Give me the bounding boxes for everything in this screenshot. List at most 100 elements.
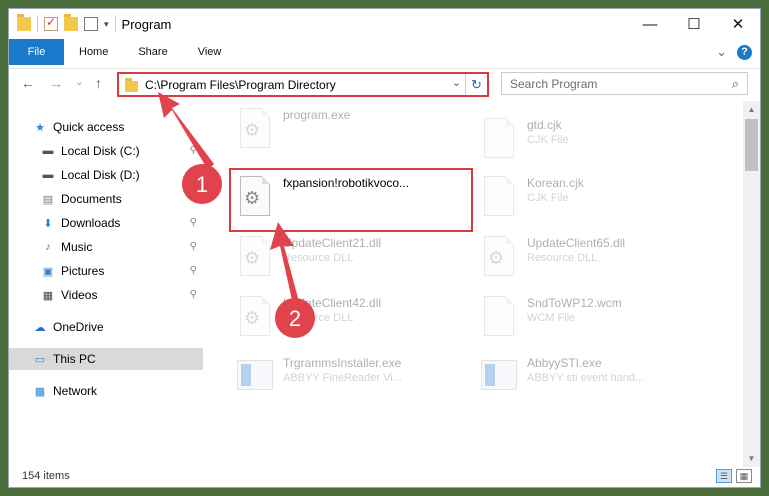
sidebar-item-label: Videos xyxy=(61,288,98,302)
gear-icon: ⚙ xyxy=(244,120,261,140)
sidebar-item[interactable]: ▬ Local Disk (D:) xyxy=(9,164,203,186)
minimize-button[interactable]: — xyxy=(628,9,672,39)
file-name: UpdateClient21.dll xyxy=(283,236,382,250)
file-name: AbbyySTI.exe xyxy=(527,356,602,370)
chevron-down-icon[interactable]: ▾ xyxy=(104,19,109,30)
file-item[interactable]: ⚙ UpdateClient21.dll Resource DLL xyxy=(235,234,475,284)
sidebar-item[interactable]: ▦ Videos ⚲ xyxy=(9,284,203,306)
window-controls: — ☐ ✕ xyxy=(628,9,760,39)
sidebar-item[interactable]: ▭ This PC xyxy=(9,348,203,370)
gear-icon: ⚙ xyxy=(488,248,505,268)
file-type: Resource DLL xyxy=(283,312,354,324)
sidebar-item[interactable]: ★ Quick access xyxy=(9,116,203,138)
view-buttons: ☰ ▦ xyxy=(716,469,752,483)
window-title: Program xyxy=(121,16,172,32)
address-path[interactable]: C:\Program Files\Program Directory xyxy=(145,78,336,92)
search-input[interactable]: Search Program ⌕ xyxy=(501,72,748,95)
close-button[interactable]: ✕ xyxy=(716,9,760,39)
back-button[interactable]: ← xyxy=(21,75,35,91)
file-type: ABBYY sti event hand... xyxy=(527,372,645,384)
file-item[interactable]: ⚙ program.exe xyxy=(235,106,475,156)
chevron-down-icon[interactable]: ⌄ xyxy=(452,76,461,89)
sidebar-item[interactable]: ⬇ Downloads ⚲ xyxy=(9,212,203,234)
pin-icon: ⚲ xyxy=(189,217,197,228)
document-file-icon xyxy=(479,116,519,160)
sidebar-item-label: Documents xyxy=(61,192,122,206)
file-name: UpdateClient42.dll xyxy=(283,296,382,310)
navigation-pane: ★ Quick access ▬ Local Disk (C:) ⚲ ▬ Local Dis… xyxy=(9,104,203,464)
divider xyxy=(37,16,38,32)
sidebar-item-label: Local Disk (C:) xyxy=(61,144,140,158)
file-item[interactable]: SndToWP12.wcm WCM File xyxy=(479,294,719,344)
vertical-scrollbar[interactable]: ▲ ▼ xyxy=(743,101,760,467)
ribbon-tabs: File Home Share View ⌄ ? xyxy=(9,39,760,65)
file-item[interactable]: gtd.cjk CJK File xyxy=(479,116,719,166)
sidebar-item-label: Local Disk (D:) xyxy=(61,168,140,182)
document-page xyxy=(484,176,514,216)
sidebar-item[interactable]: ☁ OneDrive xyxy=(9,316,203,338)
large-icons-view-icon[interactable]: ▦ xyxy=(736,469,752,483)
document-page xyxy=(484,296,514,336)
recent-locations-icon[interactable]: ⌄ xyxy=(75,77,83,88)
sidebar-item-label: This PC xyxy=(53,352,96,366)
videos-icon: ▦ xyxy=(42,289,54,302)
sidebar-item[interactable]: ♪ Music ⚲ xyxy=(9,236,203,258)
file-item[interactable]: ⚙ UpdateClient65.dll Resource DLL xyxy=(479,234,719,284)
tab-file[interactable]: File xyxy=(9,39,64,65)
drive-icon: ▬ xyxy=(42,145,54,157)
document-file-icon xyxy=(479,174,519,218)
pin-icon: ⚲ xyxy=(189,241,197,252)
file-type: ABBYY FineReader Vi... xyxy=(283,372,402,384)
gear-icon: ⚙ xyxy=(244,248,261,268)
sidebar-item[interactable]: ▤ Documents xyxy=(9,188,203,210)
sidebar-item-label: Quick access xyxy=(53,120,125,134)
address-bar[interactable]: C:\Program Files\Program Directory ⌄ ↻ xyxy=(117,72,489,97)
new-folder-icon[interactable] xyxy=(64,14,78,31)
quick-access-toolbar: ▾ xyxy=(9,14,116,32)
pin-icon: ⚲ xyxy=(189,145,197,156)
music-icon: ♪ xyxy=(45,241,51,253)
application-window xyxy=(481,360,517,390)
sidebar-item-label: OneDrive xyxy=(53,320,104,334)
file-item[interactable]: Korean.cjk CJK File xyxy=(479,174,719,224)
tab-home[interactable]: Home xyxy=(64,39,123,65)
scrollbar-thumb[interactable] xyxy=(745,119,758,171)
gear-file-icon: ⚙ xyxy=(235,294,275,338)
application-icon xyxy=(479,354,519,398)
maximize-button[interactable]: ☐ xyxy=(672,9,716,39)
customize-toolbar-icon[interactable] xyxy=(84,17,98,31)
forward-button[interactable]: → xyxy=(49,75,63,91)
title-bar: ▾ Program — ☐ ✕ xyxy=(9,9,760,39)
download-icon: ⬇ xyxy=(43,217,53,230)
sidebar-item[interactable]: ▬ Local Disk (C:) ⚲ xyxy=(9,140,203,162)
folder-icon[interactable] xyxy=(17,14,31,31)
search-placeholder: Search Program xyxy=(510,76,598,91)
sidebar-item-label: Network xyxy=(53,384,98,398)
sidebar-item[interactable]: ▩ Network xyxy=(9,380,203,402)
search-icon[interactable]: ⌕ xyxy=(732,76,739,92)
scroll-up-icon[interactable]: ▲ xyxy=(743,101,760,118)
gear-file-icon: ⚙ xyxy=(235,234,275,278)
expand-ribbon-icon[interactable]: ⌄ xyxy=(716,44,727,60)
sidebar-item-label: Pictures xyxy=(61,264,105,278)
properties-check-icon[interactable] xyxy=(44,15,58,31)
file-type: Resource DLL xyxy=(283,252,354,264)
refresh-icon[interactable]: ↻ xyxy=(465,74,487,95)
computer-icon: ▭ xyxy=(34,353,46,366)
up-button[interactable]: ↑ xyxy=(95,75,102,91)
tab-share[interactable]: Share xyxy=(123,39,182,65)
file-item[interactable]: AbbyySTI.exe ABBYY sti event hand... xyxy=(479,354,719,404)
sidebar-item-label: Downloads xyxy=(61,216,121,230)
document-icon: ▤ xyxy=(42,193,54,206)
sidebar-item[interactable]: ▣ Pictures ⚲ xyxy=(9,260,203,282)
tab-view[interactable]: View xyxy=(183,39,237,65)
details-view-icon[interactable]: ☰ xyxy=(716,469,732,483)
file-item[interactable]: ⚙ UpdateClient42.dll Resource DLL xyxy=(235,294,475,344)
gear-icon: ⚙ xyxy=(244,308,261,328)
ribbon-right: ⌄ ? xyxy=(716,44,752,60)
file-name: program.exe xyxy=(283,108,351,122)
help-icon[interactable]: ? xyxy=(737,44,752,60)
document-file-icon xyxy=(479,294,519,338)
folder-icon xyxy=(125,77,138,92)
file-item[interactable]: TrgrammsInstaller.exe ABBYY FineReader Vi… xyxy=(235,354,475,404)
